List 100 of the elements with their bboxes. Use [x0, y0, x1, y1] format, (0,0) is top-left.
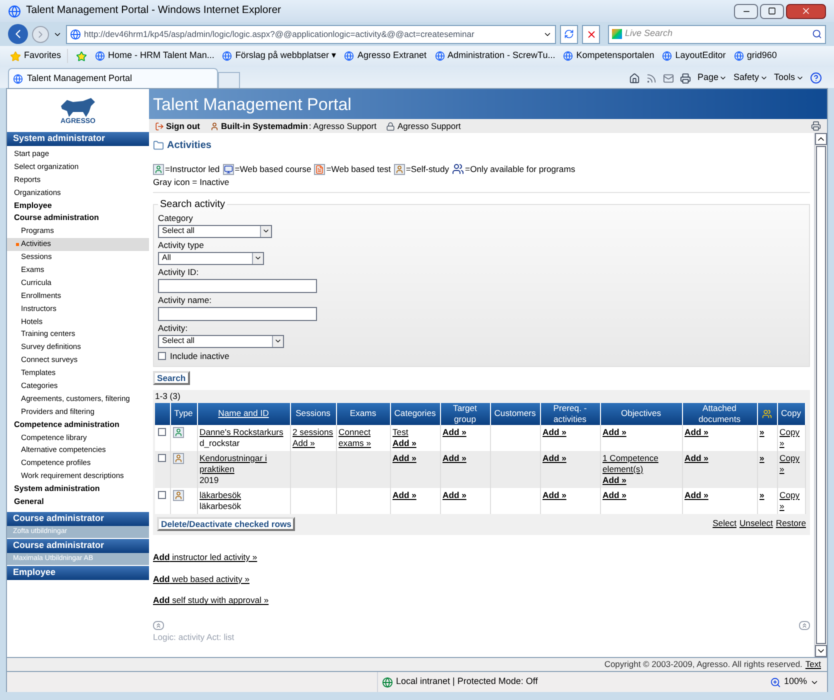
favorite-link[interactable]: Home - HRM Talent Man...: [95, 49, 214, 63]
table-link[interactable]: Kendorustningar i praktiken: [200, 452, 288, 475]
search-icon[interactable]: [812, 29, 822, 39]
close-button[interactable]: [786, 4, 826, 18]
favorite-link[interactable]: Administration - ScrewTu...: [434, 49, 556, 63]
browser-tab[interactable]: Talent Management Portal: [8, 68, 218, 88]
select-field[interactable]: All: [158, 252, 264, 265]
table-link[interactable]: 2 sessions: [292, 426, 334, 438]
sign-out-link[interactable]: Sign out: [155, 120, 200, 132]
column-header: Customers: [490, 402, 540, 425]
delete-button[interactable]: Delete/Deactivate checked rows: [157, 516, 296, 531]
print-icon[interactable]: [680, 72, 692, 84]
add-link[interactable]: Add »: [542, 452, 598, 464]
add-link[interactable]: »: [760, 490, 774, 501]
text-link[interactable]: Text: [805, 658, 821, 671]
add-link[interactable]: Add »: [602, 490, 680, 501]
scroll-up-icon[interactable]: [815, 133, 827, 145]
table-link[interactable]: 1 Competence element(s): [602, 452, 680, 475]
sidebar-item[interactable]: Course administration: [7, 212, 149, 226]
add-link[interactable]: Add »: [684, 426, 754, 438]
text-field[interactable]: [158, 306, 317, 321]
command-menu[interactable]: Page: [697, 71, 728, 85]
add-activity-link[interactable]: Add web based activity »: [153, 572, 250, 586]
scroll-down-icon[interactable]: [815, 645, 827, 657]
row-link[interactable]: Restore: [776, 517, 806, 530]
add-activity-link[interactable]: Add instructor led activity »: [153, 550, 258, 564]
add-link[interactable]: Add »: [392, 438, 438, 449]
table-link[interactable]: Copy »: [780, 490, 802, 512]
home-icon[interactable]: [629, 72, 640, 84]
add-link[interactable]: Add »: [684, 490, 754, 501]
search-field[interactable]: Live Search: [608, 24, 826, 44]
row-link[interactable]: Select: [712, 517, 736, 530]
favorite-link[interactable]: LayoutEditor: [662, 49, 726, 63]
zoom-level[interactable]: 100%: [784, 675, 807, 689]
table-link[interactable]: Add »: [292, 438, 334, 449]
sidebar-item[interactable]: Employee: [7, 200, 149, 212]
sidebar-item[interactable]: General: [7, 496, 149, 509]
add-link[interactable]: Add »: [684, 452, 754, 464]
add-link[interactable]: »: [760, 426, 774, 438]
sidebar-header: Course administrator: [7, 510, 149, 526]
favorite-link[interactable]: Kompetensportalen: [563, 49, 654, 63]
intranet-icon: [382, 676, 393, 688]
table-link[interactable]: Copy »: [780, 452, 802, 475]
help-icon[interactable]: [810, 72, 822, 84]
table-link[interactable]: Connect exams »: [338, 426, 388, 449]
command-menu[interactable]: Safety: [733, 71, 768, 85]
add-link[interactable]: Add »: [602, 474, 680, 486]
row-checkbox[interactable]: [158, 490, 166, 499]
checkbox[interactable]: [158, 352, 166, 360]
table-link[interactable]: Danne's Rockstarkurs: [200, 426, 288, 438]
stop-button[interactable]: [582, 24, 600, 44]
logic-note: Logic: activity Act: list: [153, 632, 236, 644]
select-field[interactable]: Select all: [158, 334, 284, 348]
favorites-button[interactable]: Favorites: [10, 49, 68, 63]
table-link[interactable]: Copy »: [780, 426, 802, 449]
column-header: Attached documents: [682, 402, 757, 425]
add-link[interactable]: Add »: [442, 490, 488, 501]
sidebar-item[interactable]: System administration: [7, 483, 149, 496]
add-link[interactable]: Add »: [442, 426, 488, 438]
add-link[interactable]: Add »: [602, 426, 680, 438]
feed-icon[interactable]: [646, 72, 658, 84]
add-link[interactable]: Add »: [392, 452, 438, 464]
zoom-icon[interactable]: [770, 676, 781, 688]
favorite-link[interactable]: grid960: [734, 49, 777, 63]
mail-icon[interactable]: [663, 72, 674, 84]
minimize-button[interactable]: [734, 4, 758, 18]
print-icon[interactable]: [811, 121, 821, 131]
select-field[interactable]: Select all: [158, 224, 272, 238]
add-link[interactable]: Add »: [542, 490, 598, 501]
windows-logo-icon: [612, 29, 622, 39]
add-favorite-icon[interactable]: [76, 50, 88, 62]
column-header: Target group: [440, 402, 490, 425]
back-button[interactable]: [8, 24, 28, 44]
row-checkbox[interactable]: [158, 454, 166, 462]
person-icon: [153, 164, 164, 175]
caret-icon: [760, 74, 768, 82]
search-button[interactable]: Search: [153, 370, 190, 385]
scroll-top-icon[interactable]: [799, 621, 810, 630]
search-input[interactable]: Live Search: [625, 27, 765, 41]
add-link[interactable]: Add »: [542, 426, 598, 438]
scroll-top-icon[interactable]: [153, 621, 164, 630]
add-link[interactable]: »: [760, 452, 774, 464]
favorite-link[interactable]: Agresso Extranet: [344, 49, 426, 63]
column-header: Sessions: [290, 402, 336, 425]
text-field[interactable]: [158, 278, 317, 293]
row-checkbox[interactable]: [158, 428, 166, 436]
add-activity-link[interactable]: Add self study with approval »: [153, 594, 269, 608]
table-link[interactable]: Test: [392, 426, 438, 438]
address-field[interactable]: http://dev46hrm1/kp45/asp/admin/logic/logic.aspx?@@applicationlogic=activity&@@act=createseminar: [66, 24, 556, 44]
row-link[interactable]: Unselect: [739, 517, 773, 530]
column-header[interactable]: Name and ID: [197, 402, 290, 425]
add-link[interactable]: Add »: [442, 452, 488, 464]
favorite-link[interactable]: Förslag på webbplatser ▾: [222, 49, 336, 63]
refresh-button[interactable]: [560, 24, 578, 44]
add-link[interactable]: Add »: [392, 490, 438, 501]
command-menu[interactable]: Tools: [774, 71, 804, 85]
table-link[interactable]: läkarbesök: [200, 490, 288, 501]
sidebar-item[interactable]: Competence administration: [7, 418, 149, 432]
maximize-button[interactable]: [760, 4, 784, 18]
caret-icon: [796, 74, 804, 82]
